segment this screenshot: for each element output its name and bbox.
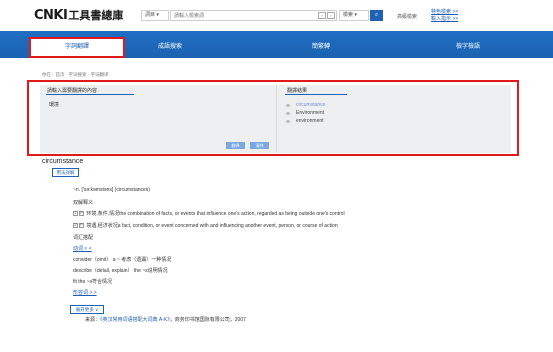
source-prefix: 来源： (85, 317, 101, 323)
adjective-collocation-link[interactable]: 形容词 > > (73, 289, 97, 296)
usage-detail-button[interactable]: 用法詳解 (52, 168, 79, 177)
field-select[interactable]: 檢索 ▾ (339, 10, 369, 21)
tab-word-translation[interactable]: 字詞翻譯 (29, 37, 125, 58)
tab-simplified-traditional[interactable]: 簡繁轉 (312, 41, 330, 50)
tab-idiom-search[interactable]: 成語搜索 (158, 41, 182, 50)
pos-tag: P (79, 223, 84, 229)
search-button[interactable]: ⌕ (370, 10, 383, 21)
definition-2: 2P 境遇,经济状况a fact, condition, or event co… (73, 222, 338, 229)
tab-character-search[interactable]: 檢字檢語 (456, 41, 480, 50)
definition-number: 2 (73, 223, 78, 229)
pronunciation-line: ~n. ['sə:kəmstəns] (circumstances) (73, 187, 150, 193)
input-guide-link[interactable]: 輸入指示 >> (431, 16, 458, 23)
collocation-item: fit the ~s符合情况 (73, 279, 113, 285)
collocation-item: describe（detail, explain） the ~s说明情况 (73, 268, 168, 274)
collocation-item: consider（omit） a ~ 考虑（遗漏）一种情况 (73, 257, 172, 263)
definition-text: 环境,条件,情况the combination of facts, or eve… (86, 211, 345, 217)
entry-word: circumstance (42, 158, 84, 165)
source-line: 来源：《英汉常用词语搭配大词典 A-K》；商务印书馆国际有限公司；2007 (85, 316, 246, 323)
special-search-link[interactable]: 特色檢索 >> (431, 9, 458, 16)
pager: ‹ › (318, 12, 335, 19)
search-icon: ⌕ (374, 12, 379, 18)
breadcrumb: 你在：首页 · 字词搜索 · 字词翻译 (42, 72, 109, 77)
advanced-search-link[interactable]: 高級檢索 (397, 13, 417, 20)
highlight-outline (27, 80, 519, 156)
source-book-link[interactable]: 《英汉常用词语搭配大词典 A-K》 (100, 317, 170, 323)
prev-arrow-icon[interactable]: ‹ (318, 12, 326, 19)
collocation-title: 词汇搭配 (73, 235, 94, 241)
header: CNKI 工具書總庫 詞目 ▾ ‹ › 檢索 ▾ ⌕ 高級檢索 特色檢索 >> … (0, 0, 553, 30)
cnki-logo[interactable]: CNKI 工具書總庫 (34, 7, 124, 23)
verb-collocation-link[interactable]: 动词 < < (73, 245, 92, 252)
top-links: 特色檢索 >> 輸入指示 >> (431, 9, 458, 23)
search-input[interactable] (170, 10, 337, 21)
definition-text: 境遇,经济状况a fact, condition, or event conce… (86, 223, 338, 229)
show-more-button[interactable]: 展开更多 ∨ (70, 305, 104, 314)
logo-mark: CNKI (34, 7, 68, 23)
definition-1: 1P 环境,条件,情况the combination of facts, or … (73, 210, 345, 217)
source-publisher: ；商务印书馆国际有限公司；2007 (169, 317, 246, 323)
bilingual-definition-title: 双解释义 (73, 200, 94, 206)
logo-title: 工具書總庫 (68, 9, 124, 22)
scope-select[interactable]: 詞目 ▾ (141, 10, 169, 21)
definition-number: 1 (73, 211, 78, 217)
pos-tag: P (79, 211, 84, 217)
next-arrow-icon[interactable]: › (327, 12, 335, 19)
